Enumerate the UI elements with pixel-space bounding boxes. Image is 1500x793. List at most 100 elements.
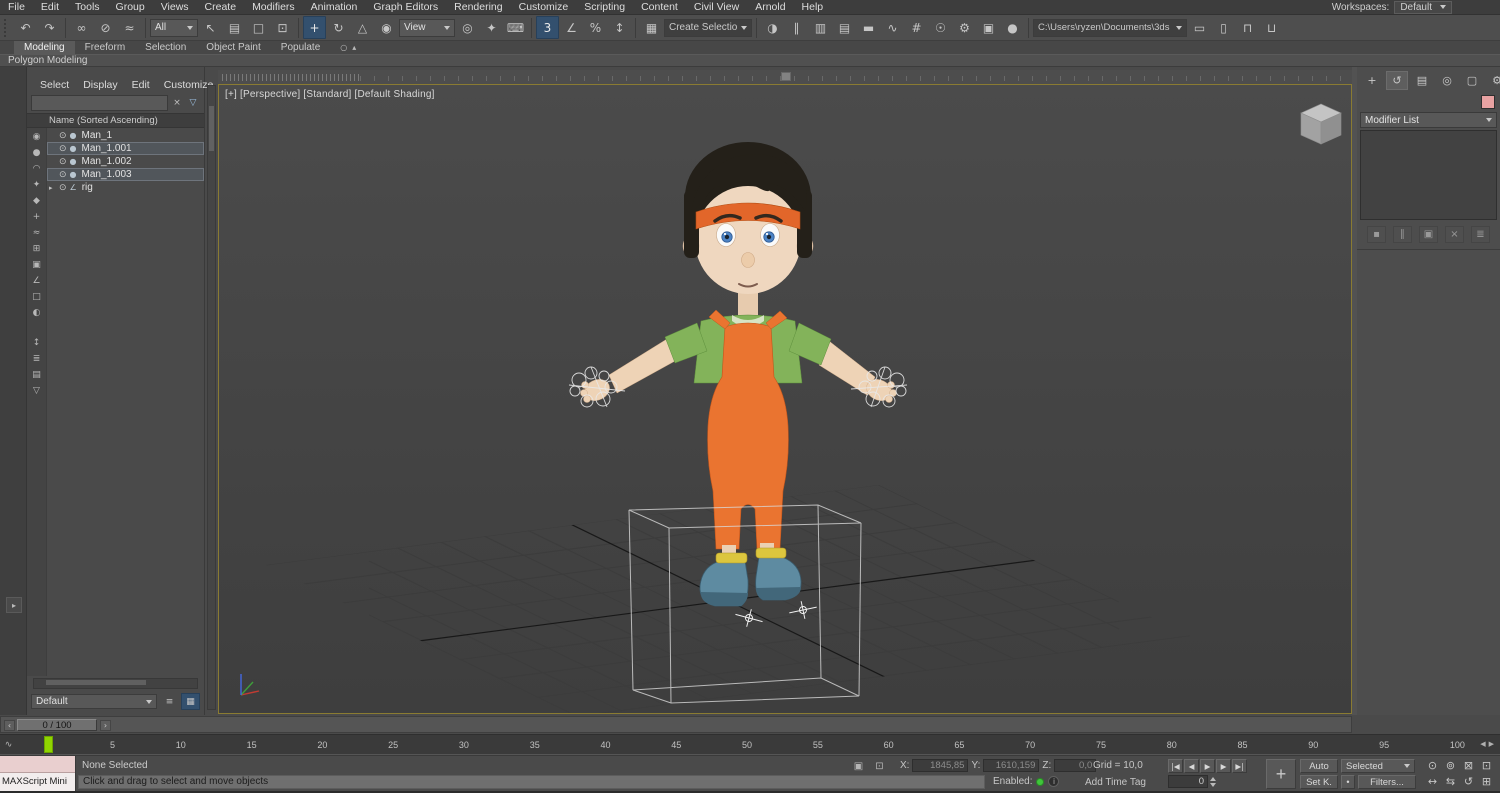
time-slider[interactable]: 0 / 100	[17, 719, 97, 731]
ribbon-config-icon[interactable]: ○	[340, 41, 347, 54]
toggle-layer-explorer-icon[interactable]: ▤	[833, 16, 856, 39]
object-name[interactable]: rig	[80, 182, 93, 193]
explorer-horizontal-scrollbar[interactable]	[33, 678, 198, 689]
named-selection-sets-dropdown[interactable]: Create Selection Set	[664, 18, 752, 37]
sort-mode-icon[interactable]: ↕	[30, 336, 44, 349]
align-icon[interactable]: ∥	[785, 16, 808, 39]
display-cameras-icon[interactable]: ◆	[30, 194, 44, 207]
object-name[interactable]: Man_1	[80, 130, 113, 141]
hierarchy-tab-icon[interactable]: ▤	[1411, 71, 1433, 90]
object-color-swatch[interactable]	[1481, 95, 1495, 109]
render-setup-icon[interactable]: ⚙	[953, 16, 976, 39]
menu-item[interactable]: Group	[108, 0, 153, 14]
ribbon-tab[interactable]: Populate	[271, 41, 330, 54]
trackbar-scroll-right-icon[interactable]: ▶	[1489, 740, 1494, 748]
search-input[interactable]	[31, 95, 168, 111]
previous-frame-button[interactable]: ◀	[1184, 759, 1199, 773]
rendered-frame-window-icon[interactable]: ▣	[977, 16, 1000, 39]
visibility-eye-icon[interactable]: ⊙	[59, 170, 67, 180]
material-editor-icon[interactable]: ☉	[929, 16, 952, 39]
menu-item[interactable]: Edit	[33, 0, 67, 14]
explorer-row[interactable]: ▸ ⊙ ● Man_1.002	[47, 155, 204, 168]
display-geometry-icon[interactable]: ●	[30, 146, 44, 159]
auto-key-button[interactable]: Auto	[1300, 759, 1338, 773]
pin-stack-icon[interactable]: ▪	[1367, 226, 1386, 243]
set-project-folder-icon[interactable]: ▭	[1188, 16, 1211, 39]
mirror-icon[interactable]: ◑	[761, 16, 784, 39]
visibility-eye-icon[interactable]: ⊙	[59, 183, 67, 193]
menu-item[interactable]: Create	[197, 0, 245, 14]
time-slider-track[interactable]: ‹ 0 / 100 ›	[0, 716, 1352, 733]
selection-filter-dropdown[interactable]: All	[150, 18, 198, 37]
trackbar-scroll-left-icon[interactable]: ◀	[1480, 740, 1485, 748]
display-groups-icon[interactable]: ⊞	[30, 242, 44, 255]
select-object-icon[interactable]: ↖	[199, 16, 222, 39]
display-tab-icon[interactable]: ▢	[1461, 71, 1483, 90]
percent-snap-icon[interactable]: %	[584, 16, 607, 39]
create-tab-icon[interactable]: +	[1361, 71, 1383, 90]
explorer-vertical-scrollbar[interactable]	[207, 85, 216, 710]
frame-spinner[interactable]	[1210, 776, 1216, 787]
scrollbar-thumb[interactable]	[46, 680, 146, 685]
utilities-tab-icon[interactable]: ⚙	[1486, 71, 1500, 90]
window-crossing-icon[interactable]: ⊡	[271, 16, 294, 39]
menu-item[interactable]: Tools	[67, 0, 108, 14]
ribbon-minimize-icon[interactable]: ▴	[352, 41, 356, 54]
modifier-stack[interactable]	[1360, 130, 1497, 220]
spinner-up-icon[interactable]	[1210, 776, 1216, 781]
object-name[interactable]: Man_1.002	[80, 156, 132, 167]
clear-search-icon[interactable]: ×	[170, 96, 184, 110]
zoom-extents-icon[interactable]: ⊠	[1460, 758, 1477, 773]
key-filters-button[interactable]: Filters...	[1358, 775, 1416, 789]
spinner-down-icon[interactable]	[1210, 782, 1216, 787]
viewport-shading-label[interactable]: [+] [Perspective] [Standard] [Default Sh…	[225, 89, 435, 100]
isolate-selection-icon[interactable]: ▣	[850, 759, 867, 773]
redo-icon[interactable]: ↷	[38, 16, 61, 39]
use-center-icon[interactable]: ◎	[456, 16, 479, 39]
menu-item[interactable]: Rendering	[446, 0, 510, 14]
project-path-dropdown[interactable]: C:\Users\ryzen\Documents\3ds Max 2022	[1033, 18, 1187, 37]
visibility-eye-icon[interactable]: ⊙	[59, 131, 67, 141]
macro-recorder-field[interactable]	[0, 756, 75, 773]
expander-icon[interactable]: ▸	[49, 184, 56, 192]
unlink-selection-icon[interactable]: ⊘	[94, 16, 117, 39]
mini-curve-editor-icon[interactable]: ∿	[2, 738, 15, 751]
save-explorer-state-icon[interactable]: ≡	[160, 693, 179, 710]
menu-item[interactable]: Content	[633, 0, 686, 14]
select-by-name-icon[interactable]: ▤	[223, 16, 246, 39]
bind-to-space-warp-icon[interactable]: ≈	[118, 16, 141, 39]
select-and-manipulate-icon[interactable]: ✦	[480, 16, 503, 39]
explorer-menu-item[interactable]: Edit	[125, 78, 157, 93]
explorer-row[interactable]: ▸ ⊙ ● Man_1.003	[47, 168, 204, 181]
z-coordinate-field[interactable]: 0,0	[1054, 759, 1097, 772]
remove-modifier-icon[interactable]: ×	[1445, 226, 1464, 243]
reference-coordinate-dropdown[interactable]: View	[399, 18, 455, 37]
rectangular-selection-region-icon[interactable]: □	[247, 16, 270, 39]
display-xrefs-icon[interactable]: ▣	[30, 258, 44, 271]
select-and-move-icon[interactable]: +	[303, 16, 326, 39]
menu-item[interactable]: Views	[153, 0, 197, 14]
visibility-eye-icon[interactable]: ⊙	[59, 157, 67, 167]
configure-explorer-icon[interactable]: ▦	[181, 693, 200, 710]
menu-item[interactable]: Graph Editors	[365, 0, 446, 14]
menu-item[interactable]: Arnold	[747, 0, 793, 14]
menu-item[interactable]: Animation	[303, 0, 366, 14]
display-everything-icon[interactable]: ◉	[30, 130, 44, 143]
pick-filter-icon[interactable]: ▽	[30, 384, 44, 397]
schematic-view-icon[interactable]: #	[905, 16, 928, 39]
time-slider-prev-icon[interactable]: ‹	[4, 720, 15, 731]
key-filters-key-icon[interactable]: •	[1341, 775, 1355, 789]
display-bones-icon[interactable]: ∠	[30, 274, 44, 287]
display-materials-icon[interactable]: ◐	[30, 306, 44, 319]
menu-item[interactable]: Modifiers	[244, 0, 303, 14]
edit-named-selection-sets-icon[interactable]: ▦	[640, 16, 663, 39]
maximize-viewport-toggle-icon[interactable]: ⊞	[1478, 774, 1495, 789]
select-and-scale-icon[interactable]: △	[351, 16, 374, 39]
display-containers-icon[interactable]: □	[30, 290, 44, 303]
time-slider-next-icon[interactable]: ›	[100, 720, 111, 731]
select-and-link-icon[interactable]: ∞	[70, 16, 93, 39]
display-shapes-icon[interactable]: ◠	[30, 162, 44, 175]
menu-item[interactable]: Scripting	[576, 0, 633, 14]
make-unique-icon[interactable]: ▣	[1419, 226, 1438, 243]
open-script-icon[interactable]: ⊓	[1236, 16, 1259, 39]
